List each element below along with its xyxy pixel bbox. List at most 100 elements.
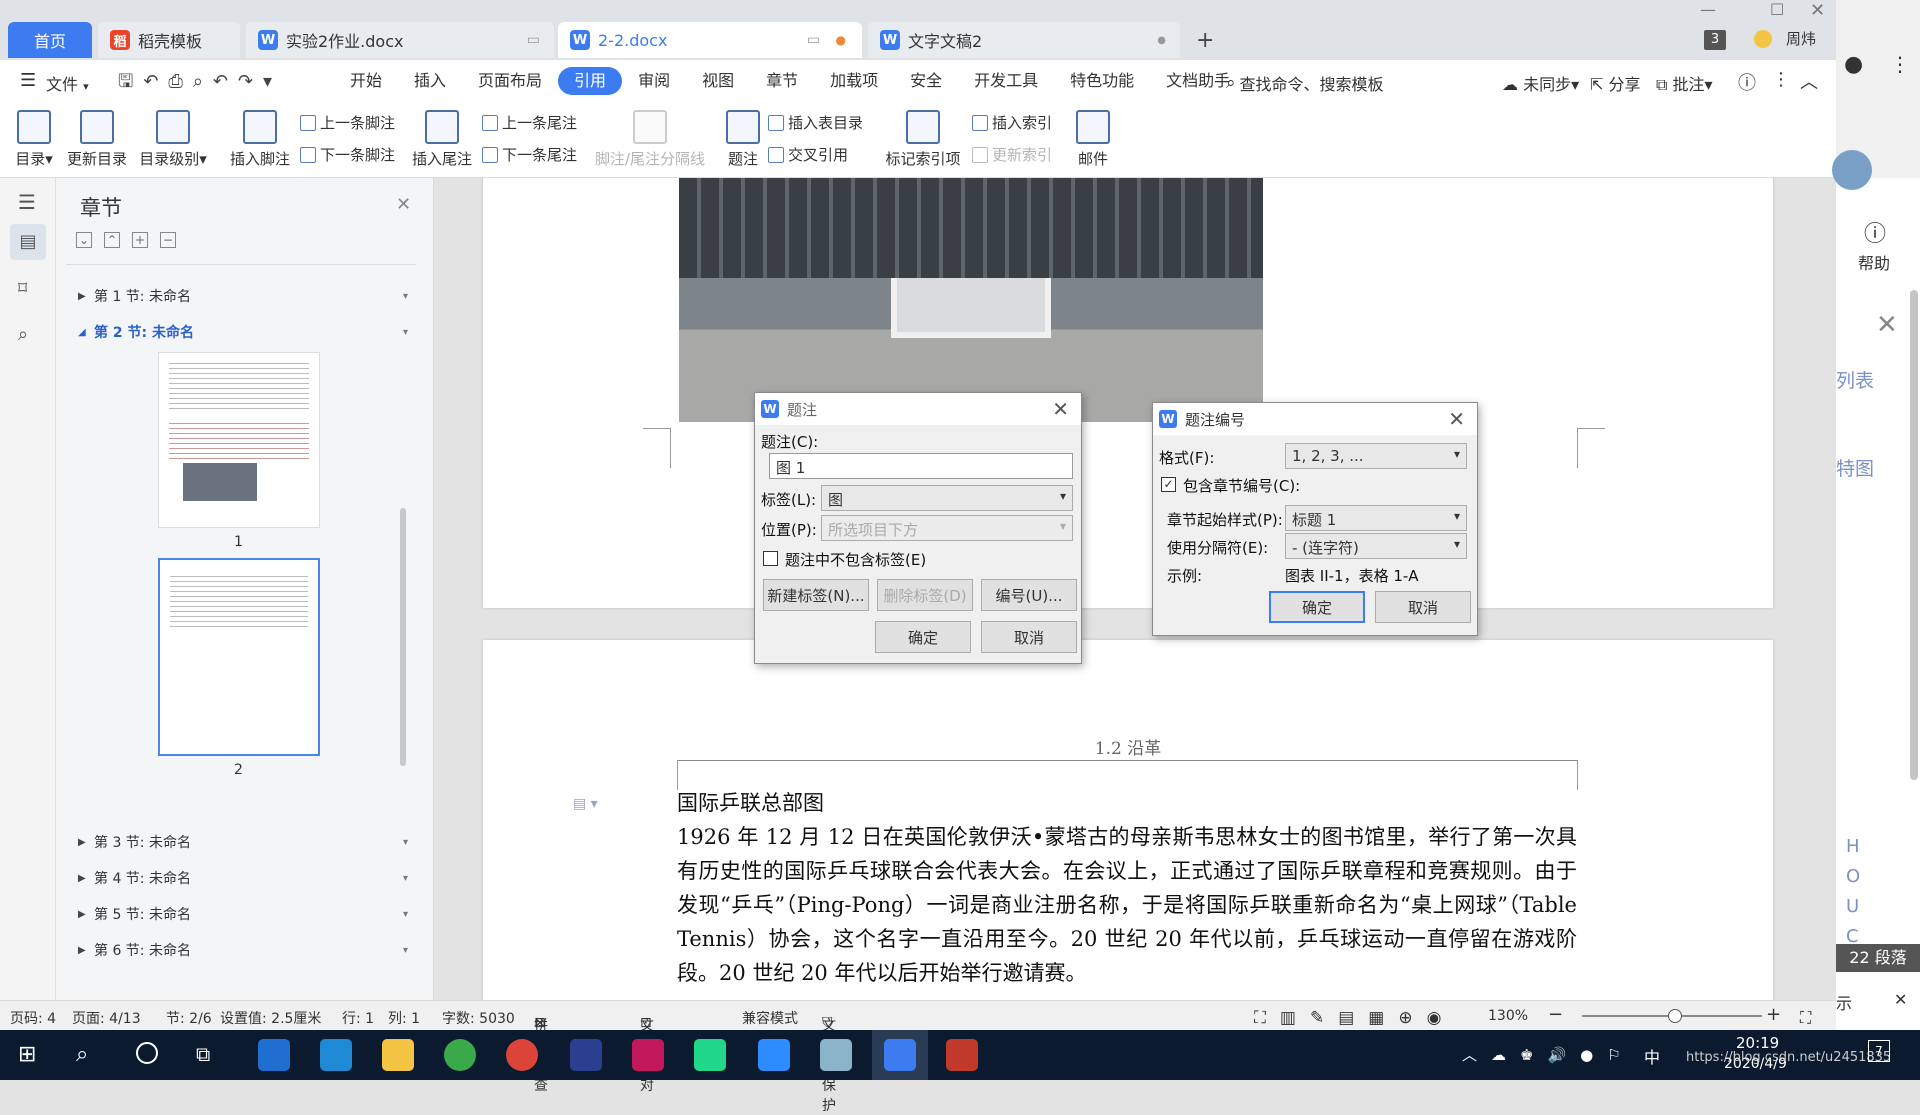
delete-label-button[interactable]: 删除标签(D) xyxy=(877,579,973,611)
position-select[interactable]: 所选项目下方 xyxy=(821,515,1073,541)
account-icon[interactable]: ● xyxy=(1844,52,1863,77)
search-icon[interactable]: ⌕ xyxy=(76,1042,88,1067)
more-icon[interactable]: ⋮ xyxy=(1772,69,1790,90)
menu-security[interactable]: 安全 xyxy=(894,67,958,95)
insert-table-toc-button[interactable]: 插入表目录 xyxy=(768,112,863,133)
status-page[interactable]: 页面: 4/13 xyxy=(72,1008,141,1028)
section-item-6[interactable]: ▶ 第 6 节: 未命名 ▾ xyxy=(78,940,408,960)
tab-document-3[interactable]: W 文字文稿2 ● xyxy=(868,22,1180,58)
nav-scrollbar[interactable] xyxy=(400,508,406,766)
menu-view[interactable]: 视图 xyxy=(686,67,750,95)
task-view-icon[interactable]: ⧉ xyxy=(196,1042,210,1066)
window-count-badge[interactable]: 3 xyxy=(1704,30,1726,50)
update-toc-button[interactable]: 更新目录 xyxy=(66,110,128,169)
ie-icon[interactable] xyxy=(258,1039,290,1071)
maximize-button[interactable]: ☐ xyxy=(1770,0,1784,19)
new-label-button[interactable]: 新建标签(N)... xyxy=(763,579,869,611)
skin-icon[interactable] xyxy=(1832,150,1872,190)
hamburger-icon[interactable]: ☰ xyxy=(20,70,36,91)
label-select[interactable]: 图 xyxy=(821,485,1073,511)
fullscreen-icon[interactable]: ⛶ xyxy=(1800,1008,1811,1028)
vertical-scrollbar[interactable] xyxy=(1910,290,1918,780)
cancel-button[interactable]: 取消 xyxy=(981,621,1077,653)
ime-indicator[interactable]: 中 xyxy=(1644,1044,1660,1068)
zoom-level[interactable]: 130% xyxy=(1488,1008,1528,1024)
minimize-button[interactable]: — xyxy=(1700,0,1716,19)
collapse-ribbon-icon[interactable]: ︿ xyxy=(1800,68,1818,94)
file-explorer-icon[interactable] xyxy=(382,1039,414,1071)
windows-start-icon[interactable]: ⊞ xyxy=(18,1042,36,1067)
menu-page-layout[interactable]: 页面布局 xyxy=(462,67,558,95)
caption-button[interactable]: 题注 xyxy=(726,110,760,169)
show-label[interactable]: 示 xyxy=(1836,990,1852,1014)
help-icon[interactable]: ⓘ xyxy=(1864,216,1886,248)
view-mode-icons[interactable]: ⛶▥✎▤▦⊕◉ xyxy=(1254,1008,1455,1028)
tray-icons[interactable]: ︿☁♚🔊●⚐ xyxy=(1462,1044,1635,1065)
pycharm-icon[interactable] xyxy=(694,1039,726,1071)
tab-document-1[interactable]: W 实验2作业.docx ▭ xyxy=(246,22,554,58)
command-search[interactable]: ⌕ 查找命令、搜索模板 xyxy=(1226,71,1384,95)
tab-document-active[interactable]: W 2-2.docx ▭ ● xyxy=(558,22,862,58)
new-tab-button[interactable]: + xyxy=(1196,28,1214,53)
prev-endnote-button[interactable]: 上一条尾注 xyxy=(482,112,577,133)
menu-references[interactable]: 引用 xyxy=(558,67,623,95)
mail-button[interactable]: 邮件 xyxy=(1076,110,1110,169)
more-icon[interactable]: ⋮ xyxy=(1890,52,1910,76)
section-item-3[interactable]: ▶ 第 3 节: 未命名 ▾ xyxy=(78,832,408,852)
zoom-out-icon[interactable]: − xyxy=(1548,1004,1563,1025)
cancel-button[interactable]: 取消 xyxy=(1375,591,1471,623)
caption-input[interactable]: 图 1 xyxy=(769,453,1073,479)
360-browser-icon[interactable] xyxy=(444,1039,476,1071)
zoom-slider-handle[interactable] xyxy=(1668,1009,1682,1023)
next-endnote-button[interactable]: 下一条尾注 xyxy=(482,144,577,165)
zoom-icon[interactable] xyxy=(758,1039,790,1071)
add-section-icon[interactable]: + xyxy=(132,232,148,248)
section-item-4[interactable]: ▶ 第 4 节: 未命名 ▾ xyxy=(78,868,408,888)
paragraph-icon[interactable]: ▤ ▾ xyxy=(573,796,598,812)
devcpp-icon[interactable] xyxy=(570,1039,602,1071)
quick-access-toolbar[interactable]: 🖫↶⎙⌕↶↷▾ xyxy=(118,69,282,99)
remove-section-icon[interactable]: − xyxy=(160,232,176,248)
menu-review[interactable]: 审阅 xyxy=(622,67,686,95)
ok-button[interactable]: 确定 xyxy=(1269,591,1365,623)
chapter-nav-icon[interactable]: ▤ xyxy=(10,224,46,260)
close-icon[interactable]: ✕ xyxy=(1894,990,1907,1009)
exclude-label-checkbox[interactable] xyxy=(763,551,778,566)
ok-button[interactable]: 确定 xyxy=(875,621,971,653)
close-icon[interactable]: ✕ xyxy=(1876,310,1898,340)
menu-insert[interactable]: 插入 xyxy=(398,67,462,95)
page-thumbnail-1[interactable] xyxy=(158,352,320,528)
insert-endnote-button[interactable]: 插入尾注 xyxy=(410,110,474,169)
prev-footnote-button[interactable]: 上一条脚注 xyxy=(300,112,395,133)
paragraph-count[interactable]: 22 段落 xyxy=(1836,944,1920,972)
include-chapter-checkbox[interactable]: ✓ xyxy=(1161,477,1176,492)
notification-icon[interactable]: 7 xyxy=(1868,1040,1890,1062)
document-canvas[interactable]: 1.2 沿革 ▤ ▾ 国际乒联总部图 1926 年 12 月 12 日在英国伦敦… xyxy=(435,178,1820,1000)
sync-status[interactable]: ☁ 未同步▾ xyxy=(1502,71,1579,95)
section-item-5[interactable]: ▶ 第 5 节: 未命名 ▾ xyxy=(78,904,408,924)
video-player-icon[interactable] xyxy=(946,1039,978,1071)
zoom-in-icon[interactable]: + xyxy=(1766,1004,1781,1025)
update-index-button[interactable]: 更新索引 xyxy=(972,144,1052,165)
edge-icon[interactable] xyxy=(320,1039,352,1071)
tab-daoke-templates[interactable]: 稻稻壳模板 xyxy=(98,22,240,58)
menu-start[interactable]: 开始 xyxy=(334,67,398,95)
cross-reference-button[interactable]: 交叉引用 xyxy=(768,144,848,165)
close-icon[interactable]: ✕ xyxy=(1052,397,1069,421)
menu-developer[interactable]: 开发工具 xyxy=(958,67,1054,95)
numbering-button[interactable]: 编号(U)... xyxy=(981,579,1077,611)
cortana-icon[interactable] xyxy=(136,1042,158,1064)
tab-home[interactable]: 首页 xyxy=(8,22,92,58)
separator-select[interactable]: - (连字符) xyxy=(1285,533,1467,559)
menu-file[interactable]: 文件 ▾ xyxy=(46,71,89,95)
avatar[interactable] xyxy=(1754,30,1772,48)
help-label[interactable]: 帮助 xyxy=(1858,250,1890,274)
close-icon[interactable]: ✕ xyxy=(1448,407,1465,431)
toc-button[interactable]: 目录▾ xyxy=(14,110,54,169)
page-thumbnail-2[interactable] xyxy=(158,558,320,756)
status-words[interactable]: 字数: 5030 xyxy=(442,1008,515,1028)
close-icon[interactable]: ✕ xyxy=(396,194,411,215)
section-item-2[interactable]: ◢ 第 2 节: 未命名 ▾ xyxy=(78,322,408,342)
bookmark-icon[interactable]: ⌑ xyxy=(18,278,27,299)
toc-level-button[interactable]: 目录级别▾ xyxy=(138,110,208,169)
